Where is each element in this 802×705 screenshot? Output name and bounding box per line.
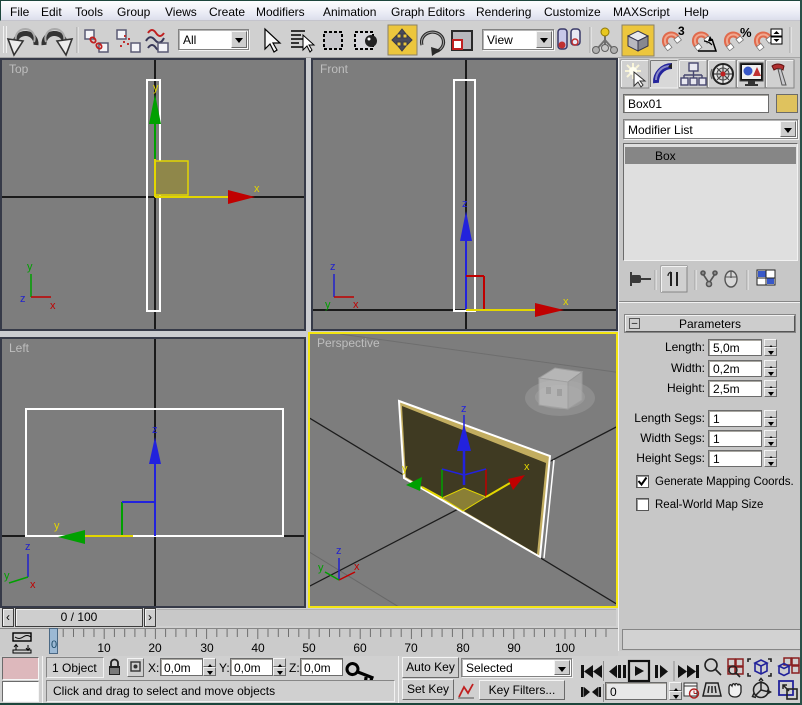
svg-text:60: 60 <box>353 641 367 655</box>
svg-text:x: x <box>354 561 360 573</box>
svg-text:20: 20 <box>148 641 162 655</box>
svg-text:z: z <box>336 545 342 557</box>
svg-text:%: % <box>740 25 752 40</box>
svg-text:100: 100 <box>555 641 575 655</box>
svg-text:y: y <box>402 463 408 475</box>
svg-text:z: z <box>330 261 336 273</box>
svg-text:z: z <box>20 293 26 305</box>
svg-text:x: x <box>30 579 36 591</box>
svg-text:y: y <box>27 261 33 273</box>
svg-text:y: y <box>318 562 324 574</box>
svg-text:x: x <box>563 296 569 308</box>
svg-text:z: z <box>462 198 468 210</box>
svg-text:x: x <box>254 183 260 195</box>
svg-text:70: 70 <box>404 641 418 655</box>
svg-text:y: y <box>325 299 331 311</box>
svg-text:40: 40 <box>251 641 265 655</box>
svg-text:90: 90 <box>507 641 521 655</box>
svg-text:x: x <box>524 461 530 473</box>
svg-text:z: z <box>152 424 158 436</box>
svg-text:30: 30 <box>200 641 214 655</box>
svg-text:80: 80 <box>456 641 470 655</box>
svg-text:y: y <box>54 520 60 532</box>
svg-text:50: 50 <box>302 641 316 655</box>
svg-text:10: 10 <box>97 641 111 655</box>
svg-text:y: y <box>4 570 10 582</box>
svg-text:z: z <box>461 403 467 415</box>
svg-text:y: y <box>153 82 159 94</box>
svg-text:z: z <box>25 541 31 553</box>
svg-text:x: x <box>50 300 56 312</box>
svg-text:x: x <box>353 299 359 311</box>
svg-text:3: 3 <box>678 24 685 38</box>
